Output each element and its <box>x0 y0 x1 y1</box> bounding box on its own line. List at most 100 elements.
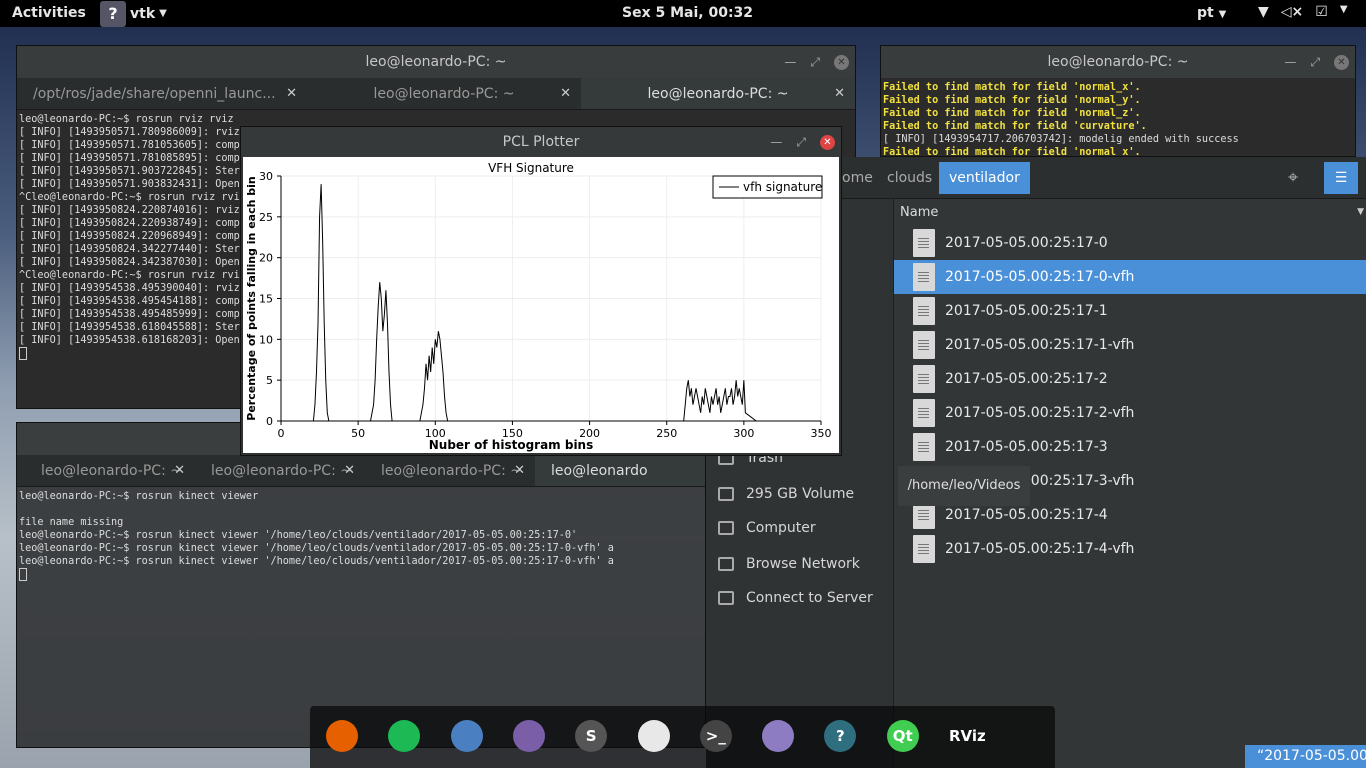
maximize-icon[interactable]: ⤢ <box>810 46 820 78</box>
terminal-tab[interactable]: leo@leonardo-PC: ~ ✕ <box>365 455 535 486</box>
language-indicator[interactable]: pt ▼ <box>1197 5 1226 21</box>
terminal-line: Failed to find match for field 'normal_x… <box>883 82 1141 93</box>
tooltip: /home/leo/Videos <box>898 466 1030 506</box>
minimize-icon[interactable]: — <box>1284 46 1296 78</box>
terminal-tab-active[interactable]: leo@leonardo <box>535 455 705 486</box>
terminal-line: Failed to find match for field 'normal_y… <box>883 95 1141 106</box>
terminal-tab[interactable]: leo@leonardo-PC: ~ ✕ <box>307 78 581 109</box>
close-tab-icon[interactable]: ✕ <box>344 455 355 486</box>
terminal-window-bottom: leo@leonardo-PC: ~ ✕ leo@leonardo-PC: ~ ✕ … <box>16 422 706 748</box>
close-icon[interactable]: ✕ <box>834 54 849 70</box>
close-icon[interactable]: ✕ <box>1334 54 1349 70</box>
app-menu[interactable]: ? vtk ▼ <box>100 0 167 27</box>
chromium-icon[interactable] <box>450 720 483 752</box>
y-tick-label: 5 <box>266 374 273 387</box>
close-tab-icon[interactable]: ✕ <box>174 455 185 486</box>
y-tick-label: 0 <box>266 415 273 428</box>
tab-label: leo@leonardo-PC: ~ <box>211 463 352 479</box>
close-tab-icon[interactable]: ✕ <box>834 78 845 109</box>
chevron-down-icon: ▼ <box>1218 9 1227 20</box>
terminal-tab[interactable]: leo@leonardo-PC: ~ ✕ <box>17 455 195 486</box>
sidebar-item-network[interactable]: Browse Network <box>718 547 860 581</box>
terminal-tabs: leo@leonardo-PC: ~ ✕ leo@leonardo-PC: ~ ✕ … <box>17 455 705 487</box>
sublime-text-icon[interactable]: S <box>575 720 608 752</box>
atom-icon[interactable] <box>637 720 670 752</box>
plot-area[interactable]: 0 50 100 150 200 250 300 350 0 5 10 15 20 25 30 VFH Sig… <box>243 157 839 453</box>
terminal-line: leo@leonardo-PC:~$ rosrun kinect viewer … <box>19 543 614 554</box>
sidebar-item-label: Browse Network <box>746 556 860 572</box>
close-tab-icon[interactable]: ✕ <box>514 455 525 486</box>
file-row[interactable]: 2017-05-05.00:25:17-4-vfh <box>894 532 1366 566</box>
system-menu[interactable]: ▼ ◁× ☑ ▼ <box>1258 4 1348 20</box>
file-name: 2017-05-05.00:25:17-4-vfh <box>945 541 1135 557</box>
top-bar: Activities ? vtk ▼ Sex 5 Mai, 00:32 pt ▼… <box>0 0 1366 27</box>
qt-creator-icon[interactable]: Qt <box>886 720 919 752</box>
column-header-name[interactable]: Name <box>900 205 938 220</box>
pcl-title: PCL Plotter <box>502 134 580 150</box>
list-view-icon: ☰ <box>1334 170 1348 186</box>
tab-label: leo@leonardo-PC: ~ <box>373 86 515 102</box>
maximize-icon[interactable]: ⤢ <box>1310 46 1320 78</box>
file-name: 2017-05-05.00:25:17-1-vfh <box>945 337 1135 353</box>
spotify-icon[interactable] <box>388 720 421 752</box>
terminal-line: Failed to find match for field 'normal_x… <box>883 147 1141 157</box>
y-tick-label: 25 <box>259 211 273 224</box>
path-button-clouds[interactable]: clouds <box>877 162 942 194</box>
location-icon[interactable]: ⌖ <box>1288 167 1298 188</box>
terminal-titlebar[interactable]: leo@leonardo-PC: ~ — ⤢ ✕ <box>881 46 1355 78</box>
sidebar-item-volume[interactable]: 295 GB Volume <box>718 477 854 511</box>
close-tab-icon[interactable]: ✕ <box>286 78 297 109</box>
terminal-tab[interactable]: leo@leonardo-PC: ~ ✕ <box>195 455 365 486</box>
terminal-line: file name missing <box>19 517 124 528</box>
list-view-button[interactable]: ☰ <box>1324 162 1358 194</box>
close-tab-icon[interactable]: ✕ <box>560 78 571 109</box>
terminal-line: leo@leonardo-PC:~$ rosrun kinect viewer <box>19 491 259 502</box>
clock[interactable]: Sex 5 Mai, 00:32 <box>622 5 753 21</box>
terminal-icon[interactable]: >_ <box>699 720 732 752</box>
file-row[interactable]: 2017-05-05.00:25:17-0-vfh <box>894 260 1366 294</box>
document-icon <box>913 229 935 257</box>
file-name: 2017-05-05.00:25:17-2-vfh <box>945 405 1135 421</box>
file-row[interactable]: 2017-05-05.00:25:17-1 <box>894 294 1366 328</box>
file-name: 2017-05-05.00:25:17-2 <box>945 371 1108 387</box>
rviz-icon[interactable]: RViz <box>949 720 986 752</box>
sidebar-item-computer[interactable]: Computer <box>718 511 816 545</box>
tab-label: /opt/ros/jade/share/openni_launc... <box>33 86 276 102</box>
tab-label: leo@leonardo-PC: ~ <box>41 463 182 479</box>
terminal-titlebar[interactable]: leo@leonardo-PC: ~ — ⤢ ✕ <box>17 46 855 78</box>
file-name: 2017-05-05.00:25:17-4 <box>945 507 1108 523</box>
file-row[interactable]: 2017-05-05.00:25:17-2-vfh <box>894 396 1366 430</box>
x-axis-label: Nuber of histogram bins <box>429 438 594 452</box>
app-grid-icon[interactable] <box>1011 720 1043 752</box>
minimize-icon[interactable]: — <box>784 46 796 78</box>
text-editor-icon[interactable] <box>762 720 795 752</box>
sidebar-item-label: 295 GB Volume <box>746 486 855 502</box>
activities-button[interactable]: Activities <box>12 5 86 21</box>
maximize-icon[interactable]: ⤢ <box>796 127 806 157</box>
file-name: 2017-05-05.00:25:17-0-vfh <box>945 269 1135 285</box>
file-row[interactable]: 2017-05-05.00:25:17-0 <box>894 226 1366 260</box>
sort-chevron-icon[interactable]: ▼ <box>1357 207 1364 217</box>
terminal-output[interactable]: Failed to find match for field 'normal_x… <box>881 78 1355 157</box>
pcl-titlebar[interactable]: PCL Plotter — ⤢ ✕ <box>241 127 841 157</box>
files-icon[interactable] <box>512 720 545 752</box>
firefox-icon[interactable] <box>326 720 358 752</box>
tab-label: leo@leonardo-PC: ~ <box>647 86 789 102</box>
language-label: pt <box>1197 5 1214 21</box>
terminal-tab-active[interactable]: leo@leonardo-PC: ~ ✕ <box>581 78 855 109</box>
pcl-plotter-window: PCL Plotter — ⤢ ✕ 0 50 100 150 200 250 300 350 0… <box>240 126 842 456</box>
x-tick-label: 350 <box>811 427 832 440</box>
file-row[interactable]: 2017-05-05.00:25:17-2 <box>894 362 1366 396</box>
terminal-title: leo@leonardo-PC: ~ <box>1047 54 1189 70</box>
sidebar-item-connect-server[interactable]: Connect to Server <box>718 581 873 615</box>
terminal-tab[interactable]: /opt/ros/jade/share/openni_launc... ✕ <box>17 78 307 109</box>
sidebar-item-label: Computer <box>746 520 816 536</box>
terminal-tabs: /opt/ros/jade/share/openni_launc... ✕ leo… <box>17 78 855 110</box>
file-row[interactable]: 2017-05-05.00:25:17-3 <box>894 430 1366 464</box>
file-row[interactable]: 2017-05-05.00:25:17-1-vfh <box>894 328 1366 362</box>
close-icon[interactable]: ✕ <box>820 134 835 150</box>
terminal-output[interactable]: leo@leonardo-PC:~$ rosrun kinect viewer f… <box>17 487 705 585</box>
minimize-icon[interactable]: — <box>770 127 782 157</box>
path-button-ventilador[interactable]: ventilador <box>939 162 1030 194</box>
vtk-icon[interactable]: ? <box>824 720 857 752</box>
